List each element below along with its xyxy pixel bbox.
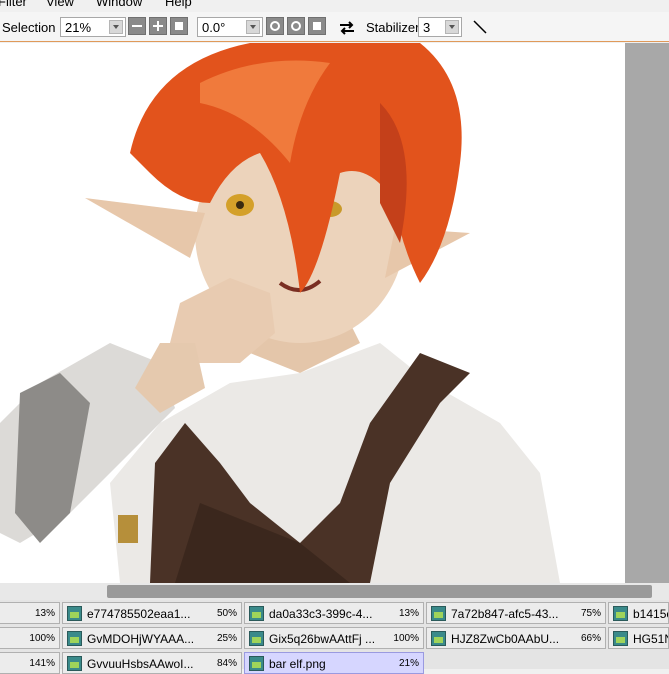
tab-name: b1415c bbox=[633, 607, 669, 621]
stabilizer-combo[interactable]: 3 bbox=[418, 17, 462, 37]
square-icon bbox=[313, 22, 321, 30]
artwork-image bbox=[0, 43, 560, 583]
tab-document[interactable]: GvvuuHsbsAAwoI... 84% bbox=[62, 652, 242, 674]
tab-zoom: 13% bbox=[398, 608, 419, 619]
rotate-reset-button[interactable] bbox=[308, 17, 326, 35]
menu-help[interactable]: Help bbox=[165, 0, 192, 9]
tab-name: Gix5q26bwAAttFj ... bbox=[269, 632, 376, 646]
tab-name: e774785502eaa1... bbox=[87, 607, 191, 621]
tab-document[interactable]: b1415c bbox=[608, 602, 669, 624]
scrollbar-thumb[interactable] bbox=[107, 585, 652, 598]
tab-zoom: 100% bbox=[393, 633, 419, 644]
rotate-left-button[interactable] bbox=[266, 17, 284, 35]
zoom-dropdown-icon[interactable] bbox=[109, 20, 123, 34]
image-file-icon bbox=[67, 631, 82, 646]
tab-name: da0a33c3-399c-4... bbox=[269, 607, 373, 621]
canvas[interactable] bbox=[0, 43, 625, 583]
tab-zoom: 141% bbox=[29, 658, 55, 669]
pen-line-icon[interactable] bbox=[470, 17, 490, 37]
plus-icon bbox=[153, 21, 163, 31]
canvas-margin bbox=[625, 43, 669, 583]
rotation-dropdown-icon[interactable] bbox=[246, 20, 260, 34]
tab-zoom: 21% bbox=[398, 658, 419, 669]
stabilizer-label: Stabilizer bbox=[366, 20, 420, 35]
image-file-icon bbox=[613, 631, 628, 646]
image-file-icon bbox=[67, 606, 82, 621]
tab-name: HJZ8ZwCb0AAbU... bbox=[451, 632, 560, 646]
tab-zoom: 75% bbox=[580, 608, 601, 619]
flip-horizontal-icon[interactable] bbox=[338, 20, 356, 36]
tab-document[interactable]: 13% bbox=[0, 602, 60, 624]
tab-zoom: 84% bbox=[216, 658, 237, 669]
tab-zoom: 25% bbox=[216, 633, 237, 644]
tab-name: 7a72b847-afc5-43... bbox=[451, 607, 559, 621]
menu-filter[interactable]: Filter bbox=[0, 0, 27, 9]
tab-document[interactable]: GvMDOHjWYAAA... 25% bbox=[62, 627, 242, 649]
tab-document[interactable]: HG51N bbox=[608, 627, 669, 649]
tab-document[interactable]: Gix5q26bwAAttFj ... 100% bbox=[244, 627, 424, 649]
tab-document[interactable]: HJZ8ZwCb0AAbU... 66% bbox=[426, 627, 606, 649]
tab-zoom: 66% bbox=[580, 633, 601, 644]
zoom-combo[interactable]: 21% bbox=[60, 17, 126, 37]
tab-name: GvMDOHjWYAAA... bbox=[87, 632, 195, 646]
tab-document-active[interactable]: bar elf.png 21% bbox=[244, 652, 424, 674]
zoom-value: 21% bbox=[65, 20, 92, 35]
tab-name: HG51N bbox=[633, 632, 668, 646]
rotate-right-button[interactable] bbox=[287, 17, 305, 35]
menu-window[interactable]: Window bbox=[96, 0, 142, 9]
rotate-right-icon bbox=[291, 21, 301, 31]
square-icon bbox=[175, 22, 183, 30]
zoom-reset-button[interactable] bbox=[170, 17, 188, 35]
image-file-icon bbox=[249, 606, 264, 621]
document-tabs: 13% e774785502eaa1... 50% da0a33c3-399c-… bbox=[0, 600, 669, 674]
buckle-shape bbox=[118, 515, 138, 543]
stabilizer-dropdown-icon[interactable] bbox=[445, 20, 459, 34]
tab-zoom: 100% bbox=[29, 633, 55, 644]
zoom-out-button[interactable] bbox=[128, 17, 146, 35]
tab-zoom: 50% bbox=[216, 608, 237, 619]
tab-zoom: 13% bbox=[34, 608, 55, 619]
tool-options-bar: Selection 21% 0.0° Stabilizer 3 bbox=[0, 12, 669, 42]
rotate-left-icon bbox=[270, 21, 280, 31]
image-file-icon bbox=[431, 631, 446, 646]
rotation-combo[interactable]: 0.0° bbox=[197, 17, 263, 37]
rotation-value: 0.0° bbox=[202, 20, 226, 35]
image-file-icon bbox=[431, 606, 446, 621]
image-file-icon bbox=[613, 606, 628, 621]
horizontal-scrollbar[interactable] bbox=[0, 583, 669, 600]
menu-bar: Filter View Window Help bbox=[0, 0, 669, 12]
tab-document[interactable]: e774785502eaa1... 50% bbox=[62, 602, 242, 624]
minus-icon bbox=[132, 25, 142, 27]
menu-view[interactable]: View bbox=[46, 0, 74, 9]
tab-document[interactable]: 7a72b847-afc5-43... 75% bbox=[426, 602, 606, 624]
stabilizer-value: 3 bbox=[423, 20, 431, 35]
tab-document[interactable]: 100% bbox=[0, 627, 60, 649]
tab-document[interactable]: da0a33c3-399c-4... 13% bbox=[244, 602, 424, 624]
tab-document[interactable]: 141% bbox=[0, 652, 60, 674]
zoom-in-button[interactable] bbox=[149, 17, 167, 35]
image-file-icon bbox=[249, 631, 264, 646]
selection-label: Selection bbox=[2, 20, 56, 35]
